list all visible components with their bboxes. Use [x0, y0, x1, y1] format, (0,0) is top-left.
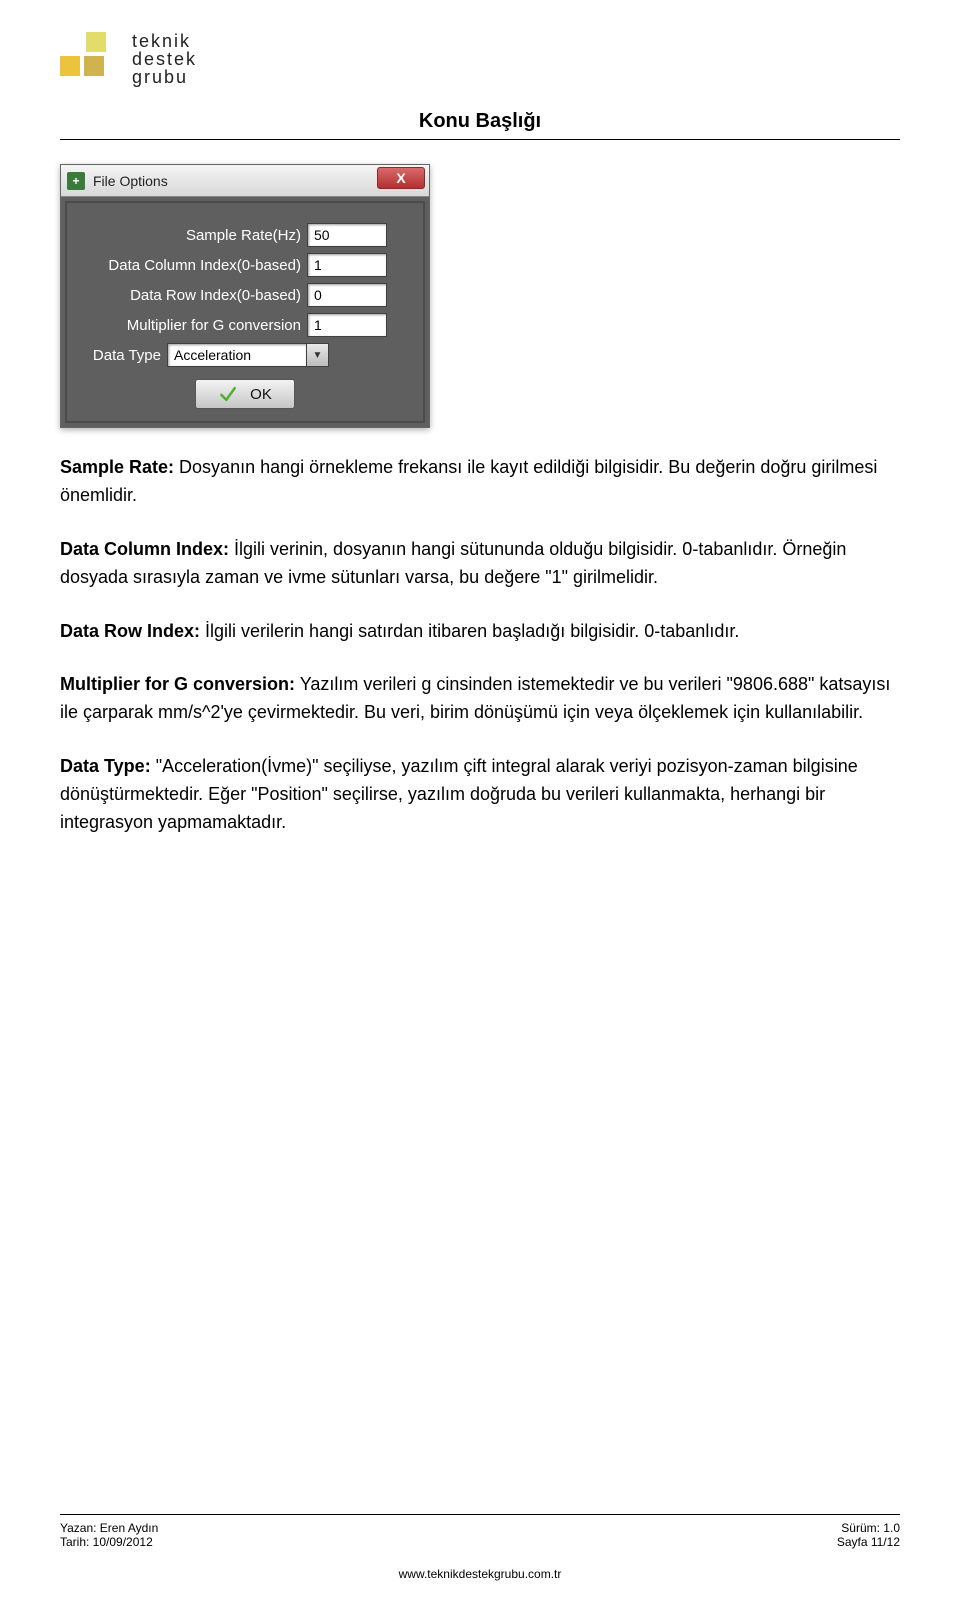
data-col-label: Data Column Index(0-based) — [77, 257, 307, 274]
select-value: Acceleration — [174, 347, 251, 363]
logo-square-icon — [86, 32, 106, 52]
field-row-data-col: Data Column Index(0-based) 1 — [77, 253, 413, 277]
logo-line: grubu — [132, 68, 197, 86]
logo-line: teknik — [132, 32, 197, 50]
data-row-label: Data Row Index(0-based) — [77, 287, 307, 304]
logo-square-icon — [84, 56, 104, 76]
dialog-title: File Options — [93, 173, 168, 189]
ok-label: OK — [250, 386, 272, 403]
footer-rule — [60, 1514, 900, 1515]
paragraph: Data Row Index: İlgili verilerin hangi s… — [60, 618, 900, 646]
page-title-wrap: Konu Başlığı — [60, 110, 900, 133]
page-footer: Yazan: Eren Aydın Tarih: 10/09/2012 Sürü… — [60, 1514, 900, 1581]
field-row-sample-rate: Sample Rate(Hz) 50 — [77, 223, 413, 247]
data-col-input[interactable]: 1 — [307, 253, 387, 277]
footer-row: Yazan: Eren Aydın Tarih: 10/09/2012 Sürü… — [60, 1521, 900, 1549]
input-value: 0 — [314, 287, 322, 303]
header-rule — [60, 139, 900, 140]
multiplier-input[interactable]: 1 — [307, 313, 387, 337]
field-row-multiplier: Multiplier for G conversion 1 — [77, 313, 413, 337]
para-text: "Acceleration(İvme)" seçiliyse, yazılım … — [60, 756, 858, 832]
para-text: İlgili verilerin hangi satırdan itibaren… — [200, 621, 739, 641]
content-body: Sample Rate: Dosyanın hangi örnekleme fr… — [60, 454, 900, 837]
input-value: 1 — [314, 317, 322, 333]
paragraph: Multiplier for G conversion: Yazılım ver… — [60, 671, 900, 727]
para-heading: Data Row Index: — [60, 621, 200, 641]
app-icon: + — [67, 172, 85, 190]
para-heading: Data Column Index: — [60, 539, 229, 559]
paragraph: Data Column Index: İlgili verinin, dosya… — [60, 536, 900, 592]
paragraph: Sample Rate: Dosyanın hangi örnekleme fr… — [60, 454, 900, 510]
sample-rate-input[interactable]: 50 — [307, 223, 387, 247]
footer-right: Sürüm: 1.0 Sayfa 11/12 — [837, 1521, 900, 1549]
page-title: Konu Başlığı — [419, 110, 541, 132]
sample-rate-label: Sample Rate(Hz) — [77, 227, 307, 244]
footer-left: Yazan: Eren Aydın Tarih: 10/09/2012 — [60, 1521, 158, 1549]
logo-mark — [60, 32, 120, 92]
footer-author: Yazan: Eren Aydın — [60, 1521, 158, 1535]
check-icon — [218, 384, 238, 404]
logo-text: teknik destek grubu — [132, 32, 197, 86]
chevron-down-icon: ▼ — [313, 350, 323, 361]
close-button[interactable]: X — [377, 167, 425, 189]
ok-row: OK — [77, 379, 413, 409]
close-icon: X — [396, 170, 405, 186]
para-text: Dosyanın hangi örnekleme frekansı ile ka… — [60, 457, 877, 505]
logo-square-icon — [60, 56, 80, 76]
logo-line: destek — [132, 50, 197, 68]
input-value: 1 — [314, 257, 322, 273]
data-type-label: Data Type — [77, 347, 167, 364]
footer-url: www.teknikdestekgrubu.com.tr — [60, 1567, 900, 1581]
ok-button[interactable]: OK — [195, 379, 295, 409]
para-heading: Sample Rate: — [60, 457, 174, 477]
dialog-body: Sample Rate(Hz) 50 Data Column Index(0-b… — [65, 201, 425, 423]
dropdown-button[interactable]: ▼ — [307, 343, 329, 367]
para-heading: Multiplier for G conversion: — [60, 674, 295, 694]
input-value: 50 — [314, 227, 330, 243]
para-heading: Data Type: — [60, 756, 151, 776]
footer-version: Sürüm: 1.0 — [837, 1521, 900, 1535]
header: teknik destek grubu — [60, 32, 900, 92]
dialog-titlebar: + File Options X — [61, 165, 429, 197]
multiplier-label: Multiplier for G conversion — [77, 317, 307, 334]
data-type-value: Acceleration — [167, 343, 307, 367]
file-options-dialog: + File Options X Sample Rate(Hz) 50 Data… — [60, 164, 430, 428]
field-row-data-row: Data Row Index(0-based) 0 — [77, 283, 413, 307]
footer-page: Sayfa 11/12 — [837, 1535, 900, 1549]
field-row-data-type: Data Type Acceleration ▼ — [77, 343, 413, 367]
footer-date: Tarih: 10/09/2012 — [60, 1535, 158, 1549]
data-type-select[interactable]: Acceleration ▼ — [167, 343, 329, 367]
data-row-input[interactable]: 0 — [307, 283, 387, 307]
paragraph: Data Type: "Acceleration(İvme)" seçiliys… — [60, 753, 900, 837]
